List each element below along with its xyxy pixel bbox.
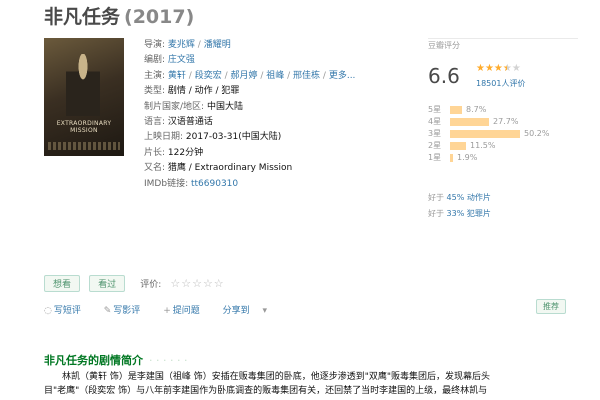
heading-dots: · · · · · · bbox=[149, 354, 188, 367]
ask-question-link[interactable]: + 提问题 bbox=[163, 306, 210, 316]
director-label: 导演: bbox=[144, 40, 166, 50]
page-title: 非凡任务 (2017) bbox=[44, 2, 194, 29]
better-than-pct[interactable]: 33% bbox=[447, 209, 465, 218]
writer-label: 编剧: bbox=[144, 55, 166, 66]
rating-row-pct: 50.2% bbox=[524, 129, 550, 138]
better-than-row: 好于 45% 动作片 bbox=[428, 193, 491, 202]
runtime-label: 片长: bbox=[144, 147, 166, 158]
runtime-value: 122分钟 bbox=[167, 147, 204, 158]
rating-row-pct: 11.5% bbox=[470, 141, 496, 150]
comment-icon: ◌ bbox=[44, 306, 52, 316]
rating-row-1: 1星 1.9% bbox=[428, 152, 477, 162]
plus-icon: + bbox=[163, 306, 171, 316]
rating-row-label: 2星 bbox=[428, 141, 442, 150]
rating-bar bbox=[450, 141, 466, 150]
rating-row-label: 4星 bbox=[428, 117, 442, 126]
cast-row: 主演: 黄轩 / 段奕宏 / 郝月婷 / 祖峰 / 邢佳栋 / 更多... bbox=[144, 70, 356, 81]
aka-value: 猎鹰 / Extraordinary Mission bbox=[167, 163, 293, 174]
cast-link[interactable]: 邢佳栋 bbox=[293, 71, 320, 81]
writer-link[interactable]: 庄文强 bbox=[168, 55, 195, 65]
rating-row-pct: 8.7% bbox=[466, 105, 487, 114]
release-row: 上映日期: 2017-03-31(中国大陆) bbox=[144, 130, 355, 145]
synopsis-text: 林凯（黄轩 饰）是李建国（祖峰 饰）安插在贩毒集团的卧底，他逐步渗透到"双鹰"贩… bbox=[44, 370, 584, 398]
aka-row: 又名: 猎鹰 / Extraordinary Mission bbox=[144, 161, 355, 176]
rating-row-3: 3星 50.2% bbox=[428, 128, 549, 138]
synopsis-line: 林凯（黄轩 饰）是李建国（祖峰 饰）安插在贩毒集团的卧底，他逐步渗透到"双鹰"贩… bbox=[62, 372, 491, 382]
synopsis-line: 目"老鹰"（段奕宏 饰）与八年前李建国作为卧底调查的贩毒集团有关，还回禁了当时李… bbox=[44, 386, 488, 396]
aka-label: 又名: bbox=[144, 163, 166, 174]
cast-link[interactable]: 黄轩 bbox=[168, 71, 186, 81]
user-actions: 想看 看过 评价: ☆☆☆☆☆ bbox=[44, 272, 225, 292]
rating-bar bbox=[450, 129, 520, 138]
region-label: 制片国家/地区: bbox=[144, 101, 205, 112]
rating-row-5: 5星 8.7% bbox=[428, 104, 486, 114]
recommend-button[interactable]: 推荐 bbox=[536, 299, 566, 314]
language-label: 语言: bbox=[144, 117, 166, 128]
rating-votes-link[interactable]: 18501人评价 bbox=[476, 78, 525, 89]
release-value: 2017-03-31(中国大陆) bbox=[185, 132, 282, 143]
share-link[interactable]: 分享到 ▾ bbox=[223, 306, 269, 316]
interaction-links: ◌ 写短评 ✎ 写影评 + 提问题 分享到 ▾ bbox=[44, 303, 279, 316]
rate-label: 评价: bbox=[140, 280, 162, 290]
rating-row-pct: 27.7% bbox=[493, 117, 519, 126]
rate-stars-icon[interactable]: ☆☆☆☆☆ bbox=[170, 277, 224, 290]
imdb-link[interactable]: tt6690310 bbox=[191, 179, 238, 189]
rating-bar bbox=[450, 153, 453, 162]
rating-row-label: 3星 bbox=[428, 129, 442, 138]
imdb-row: IMDb链接: tt6690310 bbox=[144, 177, 355, 192]
director-row: 导演: 麦兆辉 / 潘耀明 bbox=[144, 40, 231, 50]
rating-bar bbox=[450, 105, 462, 114]
better-than-genre[interactable]: 动作片 bbox=[467, 193, 491, 202]
rating-row-pct: 1.9% bbox=[457, 153, 478, 162]
synopsis-heading: 非凡任务的剧情简介 · · · · · · bbox=[44, 354, 188, 367]
poster-figure bbox=[66, 54, 100, 116]
movie-title: 非凡任务 bbox=[44, 6, 121, 28]
rating-row-label: 5星 bbox=[428, 105, 442, 114]
better-than-row: 好于 33% 犯罪片 bbox=[428, 209, 491, 218]
director-link[interactable]: 麦兆辉 bbox=[168, 40, 195, 50]
cast-label: 主演: bbox=[144, 70, 166, 81]
cast-link[interactable]: 祖峰 bbox=[266, 71, 284, 81]
chevron-down-icon: ▾ bbox=[262, 306, 268, 316]
rating-row-label: 1星 bbox=[428, 153, 442, 162]
genre-label: 类型: bbox=[144, 86, 166, 97]
writer-row: 编剧: 庄文强 bbox=[144, 53, 355, 68]
genre-row: 类型: 剧情 / 动作 / 犯罪 bbox=[144, 84, 355, 99]
region-row: 制片国家/地区: 中国大陆 bbox=[144, 100, 355, 115]
movie-year: (2017) bbox=[124, 6, 195, 28]
movie-poster[interactable]: EXTRAORDINARY MISSION bbox=[44, 38, 124, 156]
better-than-pct[interactable]: 45% bbox=[447, 193, 465, 202]
rating-top-border bbox=[428, 38, 578, 39]
language-value: 汉语普通话 bbox=[167, 117, 213, 128]
poster-title: EXTRAORDINARY MISSION bbox=[56, 120, 112, 134]
write-review-link[interactable]: ✎ 写影评 bbox=[104, 306, 151, 316]
write-short-review-link[interactable]: ◌ 写短评 bbox=[44, 306, 91, 316]
rating-row-2: 2星 11.5% bbox=[428, 140, 495, 150]
cast-link[interactable]: 段奕宏 bbox=[195, 71, 222, 81]
poster-credits bbox=[48, 142, 120, 150]
imdb-label: IMDb链接: bbox=[144, 178, 189, 189]
director-link[interactable]: 潘耀明 bbox=[204, 40, 231, 50]
rating-score: 6.6 bbox=[428, 64, 460, 88]
rating-row-4: 4星 27.7% bbox=[428, 116, 518, 126]
want-to-watch-button[interactable]: 想看 bbox=[44, 275, 81, 292]
cast-more-link[interactable]: 更多... bbox=[329, 71, 356, 81]
rating-header: 豆瓣评分 bbox=[428, 41, 460, 50]
movie-info: 导演: 麦兆辉 / 潘耀明 编剧: 庄文强 主演: 黄轩 / 段奕宏 / 郝月婷… bbox=[144, 38, 355, 192]
runtime-row: 片长: 122分钟 bbox=[144, 146, 355, 161]
release-label: 上映日期: bbox=[144, 132, 184, 143]
region-value: 中国大陆 bbox=[206, 101, 243, 112]
genre-value: 剧情 / 动作 / 犯罪 bbox=[167, 86, 240, 97]
pencil-icon: ✎ bbox=[103, 306, 112, 316]
language-row: 语言: 汉语普通话 bbox=[144, 115, 355, 130]
rating-stars-icon: ★★★★★★ bbox=[476, 63, 521, 74]
better-than-genre[interactable]: 犯罪片 bbox=[467, 209, 491, 218]
watched-button[interactable]: 看过 bbox=[89, 275, 126, 292]
rating-bar bbox=[450, 117, 489, 126]
cast-link[interactable]: 郝月婷 bbox=[230, 71, 257, 81]
